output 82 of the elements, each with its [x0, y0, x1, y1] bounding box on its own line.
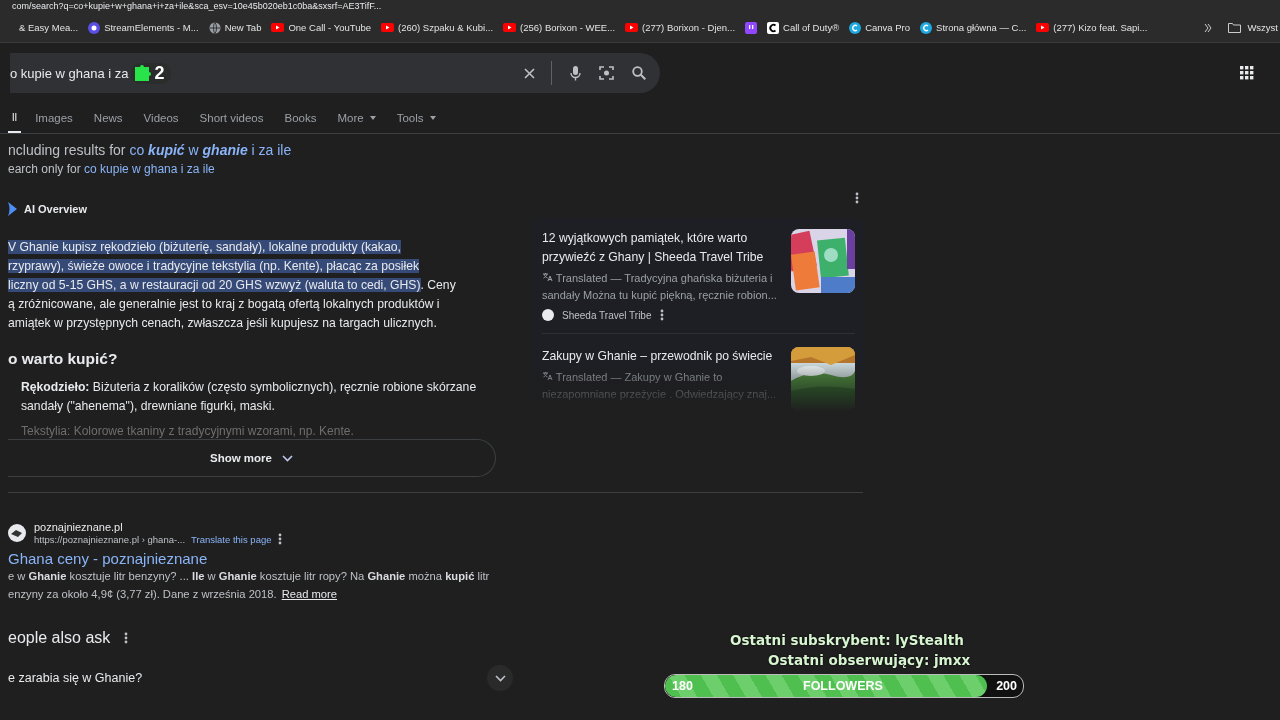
bookmark[interactable]: Strona główna — C... [915, 16, 1032, 39]
more-icon[interactable] [124, 632, 129, 644]
site-logo-icon [542, 309, 554, 321]
translate-icon [542, 272, 553, 282]
bookmark[interactable]: Call of Duty® [762, 16, 845, 39]
search-tab[interactable]: News [93, 103, 133, 133]
result-title-link[interactable]: Ghana ceny - poznajnieznane [8, 550, 1280, 567]
c-logo-icon [767, 21, 780, 34]
close-icon[interactable] [524, 67, 535, 79]
play-icon [381, 23, 394, 32]
globe-icon [208, 21, 221, 34]
sparkle-icon [8, 202, 17, 216]
result-snippet-line: e w Ghanie kosztuje litr benzyny? ... Ile w Ghanie kosztuje litr ropy? Na Ghanie można kupić litr [8, 569, 491, 584]
latest-subscriber-text: Ostatni subskrybent: lyStealth [730, 632, 965, 648]
corrected-query-link[interactable]: co kupić w ghanie i za ile [129, 142, 292, 158]
bookmark[interactable]: (256) Borixon - WEE... [498, 16, 621, 39]
play-icon [1036, 23, 1050, 32]
result-snippet-line: enzyny za około 4,9¢ (3,77 zł). Dane z września 2018. Read more [8, 587, 338, 602]
play-icon [503, 23, 517, 32]
overview-text-line: amiątek w przystępnych cenach, zwłaszcza jeśli kupujesz na targach ulicznych. [8, 315, 438, 332]
caret-icon [369, 116, 376, 120]
chevron-icon[interactable] [1204, 22, 1213, 33]
search-only-text: earch only for co kupie w ghana i za ile [8, 162, 216, 176]
chevron-down-icon [282, 454, 293, 462]
result-site-name: poznajnieznane.pl [34, 521, 124, 533]
source-site[interactable]: Sheeda Travel Tribe [562, 309, 652, 321]
play-icon [271, 23, 285, 32]
bookmark[interactable]: (260) Szpaku & Kubi... [376, 16, 499, 39]
search-tab[interactable]: Tools [396, 103, 446, 133]
search-tab[interactable]: Videos [143, 103, 189, 133]
search-icon[interactable] [632, 66, 646, 80]
read-more-link[interactable]: Read more [281, 588, 337, 600]
bookmark[interactable]: StreamElements - M... [83, 16, 204, 39]
section-heading: o warto kupić? [8, 350, 119, 368]
search-field[interactable]: o kupie w ghana i za 2 [10, 53, 660, 93]
search-tab[interactable]: Short videos [199, 103, 274, 133]
chevron-down-icon [494, 674, 506, 682]
overview-text-line: liczny od 5-15 GHS, a w restauracji od 20 GHS wzwyż (waluta to cedi, GHS). Ceny [8, 277, 457, 294]
bookmark[interactable]: (277) Kizo feat. Sapi... [1031, 16, 1153, 39]
section-heading: eople also ask [8, 629, 111, 647]
source-title[interactable]: Zakupy w Ghanie – przewodnik po świecie [542, 347, 783, 366]
site-logo-icon [8, 524, 26, 542]
bookmark[interactable]: One Call - YouTube [266, 16, 376, 39]
more-icon[interactable] [659, 309, 664, 321]
goal-target: 200 [996, 678, 1017, 695]
bookmark[interactable]: Canva Pro [844, 16, 916, 39]
including-results-text: ncluding results for co kupić w ghanie i za ile [8, 142, 293, 158]
emote-badge: 2 [130, 62, 171, 84]
search-tab[interactable]: More [337, 103, 386, 133]
circle-icon [849, 21, 862, 34]
more-icon[interactable] [277, 533, 282, 545]
microphone-icon[interactable] [570, 65, 581, 81]
search-tab[interactable]: Books [284, 103, 327, 133]
source-title[interactable]: 12 wyjątkowych pamiątek, które warto przywieźć z Ghany | Sheeda Travel Tribe [542, 229, 783, 267]
question-text[interactable]: e zarabia się w Ghanie? [8, 671, 143, 685]
circle-icon [88, 21, 101, 34]
play-icon [625, 23, 639, 32]
folder-icon [1228, 22, 1242, 33]
caret-icon [429, 116, 436, 120]
circle-icon [920, 21, 933, 34]
bookmark[interactable]: New Tab [203, 16, 267, 39]
more-icon[interactable] [855, 192, 859, 204]
goal-start: 180 [672, 678, 693, 695]
camera-icon[interactable] [599, 66, 614, 80]
search-tab[interactable]: Images [35, 103, 83, 133]
bookmarks-folder[interactable]: Wszyst [1228, 22, 1278, 33]
bookmark[interactable]: (277) Borixon - Djen... [620, 16, 741, 39]
apps-grid-icon[interactable] [1240, 66, 1254, 80]
translate-icon [542, 371, 553, 381]
source-snippet: Translated — Tradycyjna ghańska biżuteria i sandały Można tu kupić piękną, ręcznie robion... [542, 271, 778, 303]
overview-text-line: ą zróżnicowane, ale generalnie jest to kraj z bogatą ofertą lokalnych produktów i [8, 296, 441, 313]
list-item: Rękodzieło: Biżuteria z koralików (często symbolicznych), ręcznie robione skórzane sandały ("ahenema"), drewniane figurki, maski. [20, 379, 478, 415]
original-query-link[interactable]: co kupie w ghana i za ile [84, 162, 215, 176]
bookmark[interactable]: & Easy Mea... [14, 16, 84, 39]
translate-link[interactable]: Translate this page [191, 533, 272, 545]
latest-follower-text: Ostatni obserwujący: jmxx [768, 652, 972, 668]
expand-button[interactable] [487, 665, 513, 691]
overview-title: AI Overview [24, 203, 87, 215]
result-url: https://poznajnieznane.pl › ghana-... [34, 533, 186, 545]
puzzle-icon [132, 64, 151, 82]
goal-label: FOLLOWERS [803, 678, 883, 695]
faded-list-item: Tekstylia: Kolorowe tkaniny z tradycyjnymi wzorami, np. Kente. [20, 424, 355, 438]
